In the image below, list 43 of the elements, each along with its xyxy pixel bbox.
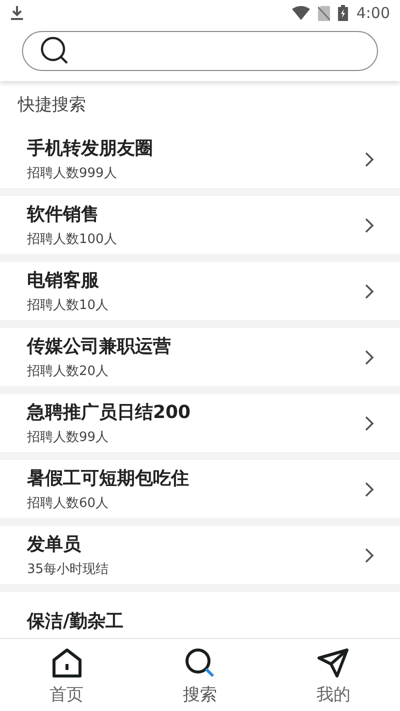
job-item[interactable]: 暑假工可短期包吃住 招聘人数60人 [0, 460, 400, 518]
paper-plane-icon [317, 647, 350, 679]
nav-tab[interactable]: 我的 [266, 639, 400, 711]
chevron-right-icon [365, 284, 374, 298]
job-subtitle: 招聘人数99人 [27, 429, 110, 446]
search-icon [184, 647, 216, 679]
battery-icon [338, 5, 348, 21]
job-item[interactable]: 手机转发朋友圈 招聘人数999人 [0, 130, 400, 188]
job-item[interactable]: 急聘推广员日结200 招聘人数99人 [0, 394, 400, 452]
job-subtitle: 招聘人数10人 [27, 297, 110, 314]
wifi-icon [292, 6, 310, 20]
search-field[interactable] [22, 31, 378, 71]
job-title: 电销客服 [27, 269, 100, 292]
job-title: 软件销售 [27, 203, 100, 226]
nav-tab[interactable]: 搜索 [133, 639, 267, 711]
job-title: 暑假工可短期包吃住 [27, 467, 190, 490]
job-title: 发单员 [27, 533, 82, 556]
chevron-right-icon [365, 218, 374, 232]
job-subtitle: 招聘人数20人 [27, 363, 110, 380]
job-title: 保洁/勤杂工 [27, 610, 125, 633]
nav-tab[interactable]: 首页 [0, 639, 134, 711]
status-time: 4:00 [356, 4, 390, 22]
job-item[interactable]: 软件销售 招聘人数100人 [0, 196, 400, 254]
job-title: 急聘推广员日结200 [27, 401, 192, 424]
job-item[interactable]: 传媒公司兼职运营 招聘人数20人 [0, 328, 400, 386]
job-item[interactable]: 保洁/勤杂工 [0, 592, 400, 638]
section-title: 快捷搜索 [16, 94, 87, 117]
chevron-right-icon [365, 416, 374, 430]
job-title: 传媒公司兼职运营 [27, 335, 172, 358]
job-item[interactable]: 发单员 35每小时现结 [0, 526, 400, 584]
no-sim-icon [318, 6, 330, 20]
download-icon [10, 5, 24, 21]
job-subtitle: 招聘人数100人 [27, 231, 118, 248]
chevron-right-icon [365, 548, 374, 562]
home-icon [50, 647, 83, 679]
job-subtitle: 招聘人数60人 [27, 495, 110, 512]
job-item[interactable]: 电销客服 招聘人数10人 [0, 262, 400, 320]
job-subtitle: 招聘人数999人 [27, 165, 118, 182]
chevron-right-icon [365, 350, 374, 364]
job-title: 手机转发朋友圈 [27, 137, 154, 160]
chevron-right-icon [365, 482, 374, 496]
job-subtitle: 35每小时现结 [27, 561, 110, 578]
chevron-right-icon [365, 152, 374, 166]
